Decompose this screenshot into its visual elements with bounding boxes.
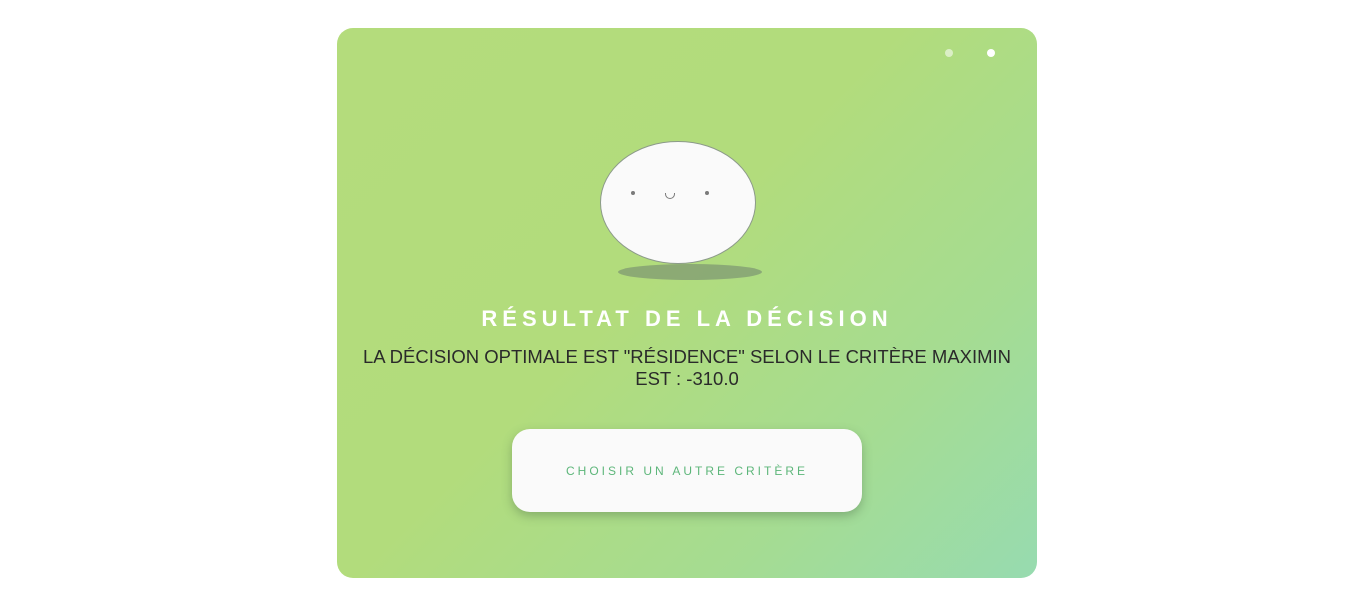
mascot-left-eye bbox=[631, 191, 635, 195]
result-card: RÉSULTAT DE LA DÉCISION LA DÉCISION OPTI… bbox=[337, 28, 1037, 578]
pagination-dots bbox=[945, 49, 995, 57]
choose-other-criterion-button[interactable]: CHOISIR UN AUTRE CRITÈRE bbox=[512, 429, 862, 512]
result-title: RÉSULTAT DE LA DÉCISION bbox=[481, 306, 893, 331]
pagination-dot-1[interactable] bbox=[945, 49, 953, 57]
mascot-face-icon bbox=[600, 141, 756, 264]
pagination-dot-2-active[interactable] bbox=[987, 49, 995, 57]
mascot-shadow bbox=[618, 264, 762, 280]
mascot-mouth bbox=[665, 193, 675, 199]
result-message: LA DÉCISION OPTIMALE EST "RÉSIDENCE" SEL… bbox=[362, 346, 1012, 389]
mascot-right-eye bbox=[705, 191, 709, 195]
